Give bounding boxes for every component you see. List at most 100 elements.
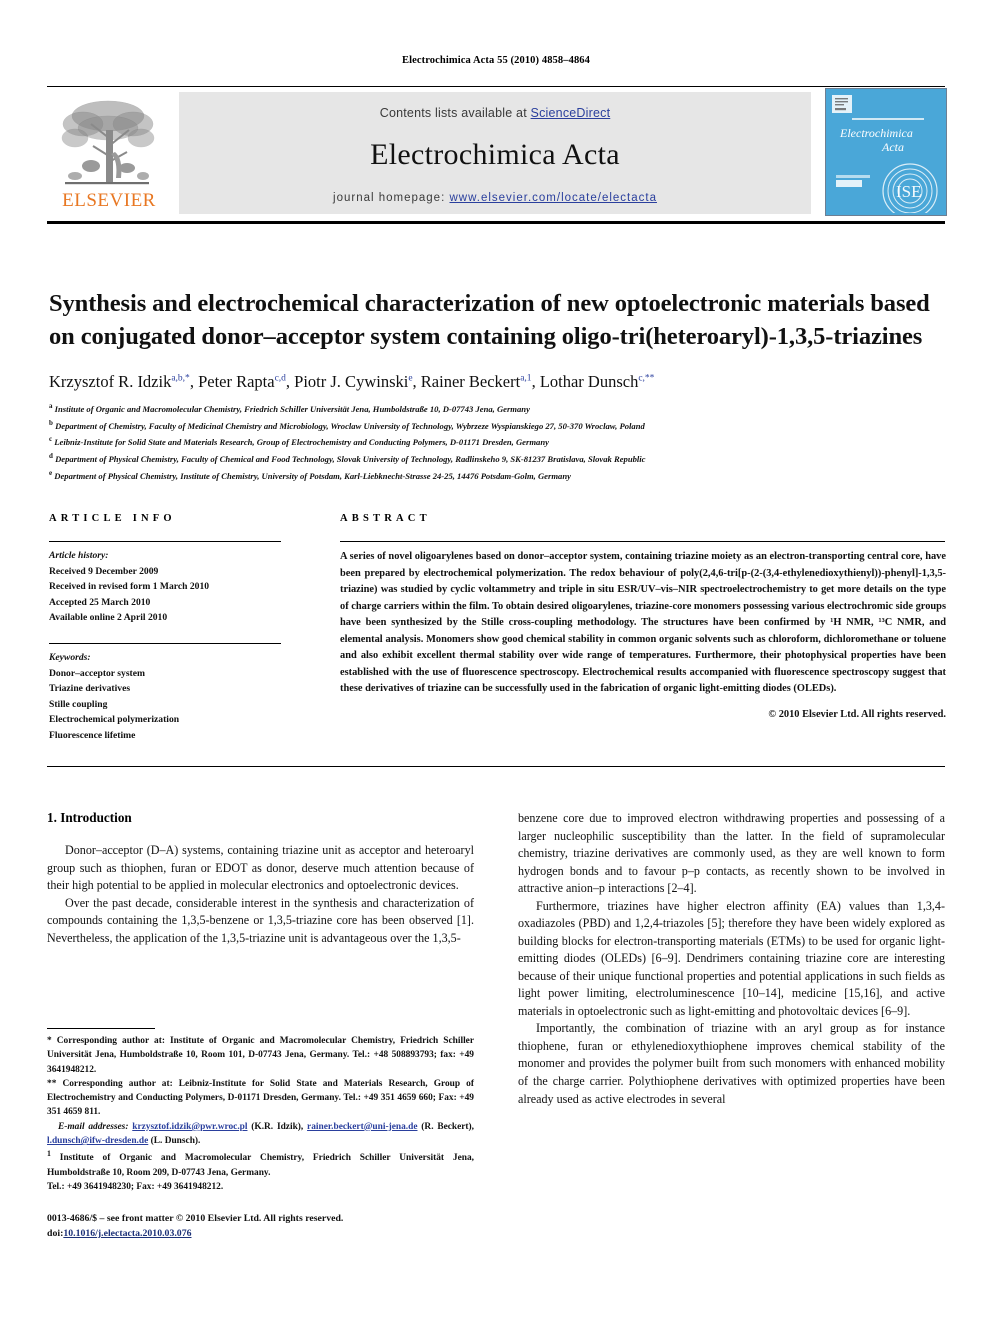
keyword-item: Fluorescence lifetime bbox=[49, 729, 136, 741]
abstract-bottom-rule bbox=[47, 766, 945, 767]
svg-text:Electrochimica: Electrochimica bbox=[839, 126, 913, 140]
footnote-rule bbox=[47, 1028, 155, 1029]
footnote-mark: 1 bbox=[47, 1149, 51, 1159]
issn-line: 0013-4686/$ – see front matter © 2010 El… bbox=[47, 1213, 344, 1224]
author-name: Peter Rapta bbox=[198, 372, 275, 391]
journal-cover-thumbnail[interactable]: Electrochimica Acta ISE bbox=[825, 88, 947, 216]
homepage-prefix: journal homepage: bbox=[333, 192, 450, 204]
keyword-item: Donor–acceptor system bbox=[49, 667, 146, 679]
affiliation-item: c Leibniz-Institute for Solid State and … bbox=[49, 433, 939, 450]
email-label: E-mail addresses: bbox=[58, 1121, 129, 1132]
footnote-corresponding-author-2: ** Corresponding author at: Leibniz-Inst… bbox=[47, 1078, 474, 1118]
footnote-block: * Corresponding author at: Institute of … bbox=[47, 1028, 474, 1194]
affiliation-item: e Department of Physical Chemistry, Inst… bbox=[49, 467, 939, 484]
affiliation-text: Leibniz-Institute for Solid State and Ma… bbox=[54, 437, 549, 448]
affiliation-item: d Department of Physical Chemistry, Facu… bbox=[49, 450, 939, 467]
keywords-block: Keywords: Donor–acceptor system Triazine… bbox=[49, 650, 299, 743]
journal-homepage-line: journal homepage: www.elsevier.com/locat… bbox=[179, 192, 811, 204]
article-history-item: Available online 2 April 2010 bbox=[49, 612, 168, 624]
journal-header: ELSEVIER Contents lists available at Sci… bbox=[47, 88, 947, 216]
affiliation-text: Department of Chemistry, Faculty of Medi… bbox=[55, 420, 645, 431]
article-history-item: Accepted 25 March 2010 bbox=[49, 596, 151, 608]
author-name: Lothar Dunsch bbox=[539, 372, 639, 391]
footnote-emails: E-mail addresses: krzysztof.idzik@pwr.wr… bbox=[47, 1120, 474, 1149]
journal-title: Electrochimica Acta bbox=[370, 138, 620, 171]
doi-line: doi:10.1016/j.electacta.2010.03.076 bbox=[47, 1226, 474, 1241]
author-name: Rainer Beckert bbox=[420, 372, 521, 391]
footnote-note-1-tel: Tel.: +49 3641948230; Fax: +49 364194821… bbox=[47, 1182, 224, 1193]
svg-text:Acta: Acta bbox=[881, 140, 904, 154]
section-heading-introduction: 1. Introduction bbox=[47, 810, 132, 825]
page-title: Synthesis and electrochemical characteri… bbox=[49, 290, 930, 350]
affiliation-item: b Department of Chemistry, Faculty of Me… bbox=[49, 417, 939, 434]
author-list: Krzysztof R. Idzika,b,*, Peter Raptac,d,… bbox=[49, 372, 655, 391]
email-link[interactable]: l.dunsch@ifw-dresden.de bbox=[47, 1136, 148, 1146]
body-column-left: 1. Introduction Donor–acceptor (D–A) sys… bbox=[47, 810, 474, 947]
abstract-copyright: © 2010 Elsevier Ltd. All rights reserved… bbox=[768, 708, 946, 720]
paragraph: Furthermore, triazines have higher elect… bbox=[518, 898, 945, 1018]
article-info-heading: ARTICLE INFO bbox=[49, 513, 176, 524]
paragraph: Over the past decade, considerable inter… bbox=[47, 895, 474, 945]
elsevier-wordmark: ELSEVIER bbox=[62, 190, 156, 211]
article-history: Article history: Received 9 December 200… bbox=[49, 548, 299, 626]
paragraph: Donor–acceptor (D–A) systems, containing… bbox=[47, 843, 474, 893]
abstract-heading: ABSTRACT bbox=[340, 513, 431, 524]
abstract-text: A series of novel oligoarylenes based on… bbox=[340, 551, 946, 695]
affiliation-text: Department of Physical Chemistry, Instit… bbox=[54, 470, 571, 481]
author-name: Krzysztof R. Idzik bbox=[49, 372, 172, 391]
author-marks: c,d bbox=[274, 373, 286, 384]
email-link[interactable]: krzysztof.idzik@pwr.wroc.pl bbox=[132, 1122, 247, 1132]
article-history-item: Received 9 December 2009 bbox=[49, 565, 159, 577]
journal-homepage-link[interactable]: www.elsevier.com/locate/electacta bbox=[449, 192, 657, 204]
keyword-item: Triazine derivatives bbox=[49, 683, 131, 695]
article-history-label: Article history: bbox=[49, 550, 109, 561]
keywords-label: Keywords: bbox=[49, 652, 91, 663]
affiliation-text: Department of Physical Chemistry, Facult… bbox=[55, 453, 646, 464]
article-history-item: Received in revised form 1 March 2010 bbox=[49, 581, 210, 593]
paragraph: Importantly, the combination of triazine… bbox=[518, 1021, 945, 1106]
email-owner: (L. Dunsch). bbox=[150, 1136, 201, 1147]
elsevier-logo: ELSEVIER bbox=[53, 94, 161, 212]
header-top-rule bbox=[47, 86, 945, 87]
affiliation-item: a Institute of Organic and Macromolecula… bbox=[49, 400, 939, 417]
running-head: Electrochimica Acta 55 (2010) 4858–4864 bbox=[401, 55, 590, 66]
keyword-item: Electrochemical polymerization bbox=[49, 714, 180, 726]
affiliation-list: a Institute of Organic and Macromolecula… bbox=[49, 400, 939, 483]
keyword-item: Stille coupling bbox=[49, 698, 108, 710]
abstract-rule bbox=[340, 541, 945, 542]
footnote-note-1-text: Institute of Organic and Macromolecular … bbox=[47, 1153, 474, 1178]
affiliation-mark: b bbox=[49, 418, 53, 427]
contents-prefix: Contents lists available at bbox=[379, 106, 531, 120]
article-info-rule bbox=[49, 541, 281, 542]
header-bottom-rule bbox=[47, 221, 945, 224]
paper-page: Electrochimica Acta 55 (2010) 4858–4864 bbox=[0, 0, 992, 1323]
email-link[interactable]: rainer.beckert@uni-jena.de bbox=[307, 1122, 417, 1132]
footnote-corresponding-author-1: * Corresponding author at: Institute of … bbox=[47, 1036, 474, 1075]
svg-text:ISE: ISE bbox=[896, 182, 922, 201]
footnote-note-1: 1 Institute of Organic and Macromolecula… bbox=[47, 1148, 474, 1180]
email-owner: (K.R. Idzik), bbox=[251, 1121, 304, 1132]
paragraph: benzene core due to improved electron wi… bbox=[518, 811, 945, 896]
body-column-right: benzene core due to improved electron wi… bbox=[518, 810, 945, 1108]
author-marks: a,1 bbox=[520, 373, 532, 384]
author-marks: a,b,* bbox=[171, 373, 190, 384]
email-owner: (R. Beckert), bbox=[421, 1121, 475, 1132]
journal-header-band: Contents lists available at ScienceDirec… bbox=[179, 92, 811, 214]
imprint-block: 0013-4686/$ – see front matter © 2010 El… bbox=[47, 1211, 474, 1241]
keywords-rule bbox=[49, 643, 281, 644]
abstract-block: A series of novel oligoarylenes based on… bbox=[340, 549, 946, 723]
affiliation-mark: c bbox=[49, 435, 53, 444]
elsevier-tree-icon bbox=[61, 100, 155, 185]
contents-line: Contents lists available at ScienceDirec… bbox=[179, 92, 811, 120]
affiliation-mark: d bbox=[49, 451, 53, 460]
sciencedirect-link[interactable]: ScienceDirect bbox=[531, 106, 611, 120]
author-marks: e bbox=[408, 373, 413, 384]
author-marks: c,** bbox=[638, 373, 655, 384]
affiliation-mark: a bbox=[49, 402, 53, 410]
doi-prefix: doi: bbox=[47, 1228, 64, 1240]
journal-cover-art: Electrochimica Acta ISE bbox=[826, 89, 944, 215]
author-name: Piotr J. Cywinski bbox=[294, 372, 409, 391]
affiliation-mark: e bbox=[49, 468, 53, 477]
affiliation-text: Institute of Organic and Macromolecular … bbox=[54, 403, 530, 414]
doi-link[interactable]: 10.1016/j.electacta.2010.03.076 bbox=[63, 1228, 191, 1239]
